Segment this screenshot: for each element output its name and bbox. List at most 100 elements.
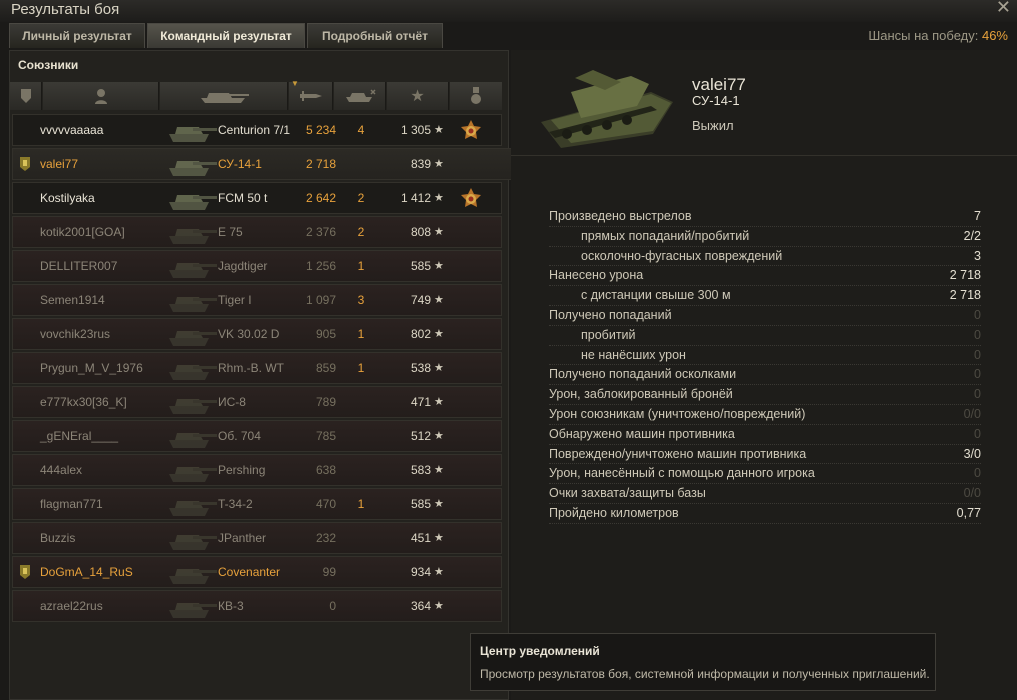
stat-value: 0 bbox=[974, 387, 981, 402]
player-row[interactable]: vovchik23rus VK 30.02 D 905 1 802 ★ bbox=[12, 318, 502, 350]
frags-value: 2 bbox=[357, 225, 365, 239]
xp-value: 749 bbox=[410, 293, 431, 307]
column-badge[interactable] bbox=[10, 82, 42, 110]
order-medal-icon[interactable] bbox=[459, 119, 483, 143]
stat-row: с дистанции свыше 300 м 2 718 bbox=[549, 286, 981, 306]
stat-value: 0/0 bbox=[963, 406, 981, 421]
star-icon: ★ bbox=[410, 88, 425, 105]
vehicle-icon bbox=[169, 297, 217, 312]
xp-value: 538 bbox=[410, 361, 431, 375]
star-icon: ★ bbox=[434, 158, 444, 170]
star-icon: ★ bbox=[434, 600, 444, 612]
stat-label: Очки захвата/защиты базы bbox=[549, 486, 706, 501]
stat-label: Получено попаданий bbox=[549, 307, 672, 322]
frags-value: 3 bbox=[357, 293, 365, 307]
star-icon: ★ bbox=[434, 294, 444, 306]
xp-value: 471 bbox=[410, 395, 431, 409]
player-name: Semen1914 bbox=[40, 293, 105, 307]
stat-value: 3/0 bbox=[963, 446, 981, 461]
player-header: valei77 СУ-14-1 Выжил bbox=[511, 50, 1017, 156]
vehicle-icon bbox=[169, 263, 217, 278]
platoon-badge-icon bbox=[20, 565, 30, 579]
player-name: flagman771 bbox=[40, 497, 103, 511]
detail-player-name: valei77 bbox=[692, 75, 746, 94]
column-frags[interactable] bbox=[334, 82, 386, 110]
xp-value: 839 bbox=[410, 157, 431, 171]
player-name: e777kx30[36_K] bbox=[40, 395, 127, 409]
stat-label: Урон, заблокированный бронёй bbox=[549, 387, 733, 402]
vehicle-icon bbox=[169, 569, 217, 584]
vehicle-icon bbox=[169, 535, 217, 550]
notification-title: Центр уведомлений bbox=[480, 644, 600, 658]
stat-label: Обнаружено машин противника bbox=[549, 426, 735, 441]
player-row[interactable]: kotik2001[GOA] E 75 2 376 2 808 ★ bbox=[12, 216, 502, 248]
damage-value: 1 097 bbox=[305, 293, 336, 307]
player-row[interactable]: DoGmA_14_RuS Covenanter 99 934 ★ bbox=[12, 556, 502, 588]
vehicle-name: Centurion 7/1 bbox=[218, 123, 291, 137]
player-row[interactable]: valei77 СУ-14-1 2 718 839 ★ bbox=[12, 148, 512, 180]
damage-value: 1 256 bbox=[305, 259, 336, 273]
player-row[interactable]: vvvvvaaaaa Centurion 7/1 5 234 4 1 305 ★ bbox=[12, 114, 502, 146]
player-row[interactable]: azrael22rus КВ-3 0 364 ★ bbox=[12, 590, 502, 622]
frags-value: 1 bbox=[357, 497, 365, 511]
details-panel: valei77 СУ-14-1 Выжил Произведено выстре… bbox=[511, 50, 1017, 700]
xp-value: 1 412 bbox=[400, 191, 431, 205]
stat-label: Нанесено урона bbox=[549, 268, 644, 283]
order-medal-icon[interactable] bbox=[459, 187, 483, 211]
player-row[interactable]: flagman771 T-34-2 470 1 585 ★ bbox=[12, 488, 502, 520]
stat-label: Урон, нанесённый с помощью данного игрок… bbox=[549, 466, 815, 481]
damage-value: 0 bbox=[329, 599, 336, 613]
shield-icon bbox=[20, 89, 31, 103]
player-row[interactable]: e777kx30[36_K] ИС-8 789 471 ★ bbox=[12, 386, 502, 418]
xp-value: 451 bbox=[410, 531, 431, 545]
tab-detailed-report[interactable]: Подробный отчёт bbox=[307, 23, 443, 48]
column-damage[interactable]: ▼ bbox=[289, 79, 333, 110]
xp-value: 802 bbox=[410, 327, 431, 341]
vehicle-icon bbox=[169, 229, 217, 244]
column-vehicle[interactable] bbox=[160, 82, 288, 110]
player-row[interactable]: 444alex Pershing 638 583 ★ bbox=[12, 454, 502, 486]
xp-value: 512 bbox=[410, 429, 431, 443]
star-icon: ★ bbox=[434, 362, 444, 374]
vehicle-name: Об. 704 bbox=[218, 429, 261, 443]
stat-row: пробитий 0 bbox=[549, 326, 981, 346]
destroyed-tank-icon bbox=[345, 89, 376, 102]
player-row[interactable]: _gENEral____ Об. 704 785 512 ★ bbox=[12, 420, 502, 452]
damage-value: 470 bbox=[315, 497, 336, 511]
tab-team-result[interactable]: Командный результат bbox=[147, 23, 305, 48]
stat-value: 3 bbox=[974, 248, 981, 263]
vehicle-icon bbox=[169, 433, 217, 448]
close-icon[interactable]: ✕ bbox=[996, 0, 1011, 18]
column-xp[interactable]: ★ bbox=[387, 82, 449, 110]
player-row[interactable]: DELLITER007 Jagdtiger 1 256 1 585 ★ bbox=[12, 250, 502, 282]
star-icon: ★ bbox=[434, 498, 444, 510]
stat-value: 0/0 bbox=[963, 486, 981, 501]
stat-row: Пройдено километров 0,77 bbox=[549, 504, 981, 524]
column-medal[interactable] bbox=[450, 82, 502, 110]
detail-status: Выжил bbox=[692, 118, 734, 133]
win-chance-value: 46% bbox=[981, 28, 1008, 43]
tab-personal-result[interactable]: Личный результат bbox=[9, 23, 145, 48]
stat-value: 0,77 bbox=[956, 505, 981, 520]
damage-value: 2 376 bbox=[305, 225, 336, 239]
star-icon: ★ bbox=[434, 226, 444, 238]
player-name: valei77 bbox=[40, 157, 79, 171]
stat-label: не нанёсших урон bbox=[581, 347, 686, 362]
player-row[interactable]: Kostilyaka FCM 50 t 2 642 2 1 412 ★ bbox=[12, 182, 502, 214]
shell-icon bbox=[299, 91, 322, 101]
xp-value: 585 bbox=[410, 497, 431, 511]
vehicle-name: Jagdtiger bbox=[218, 259, 268, 273]
player-name: azrael22rus bbox=[40, 599, 103, 613]
stat-row: Очки захвата/защиты базы 0/0 bbox=[549, 484, 981, 504]
damage-value: 905 bbox=[315, 327, 336, 341]
player-row[interactable]: Prygun_M_V_1976 Rhm.-B. WT 859 1 538 ★ bbox=[12, 352, 502, 384]
stat-label: Получено попаданий осколками bbox=[549, 367, 737, 382]
medal-icon bbox=[471, 87, 481, 104]
player-row[interactable]: Semen1914 Tiger I 1 097 3 749 ★ bbox=[12, 284, 502, 316]
stat-value: 2 718 bbox=[949, 268, 981, 283]
user-icon bbox=[94, 89, 107, 104]
stat-row: Урон, нанесённый с помощью данного игрок… bbox=[549, 464, 981, 485]
player-row[interactable]: Buzzis JPanther 232 451 ★ bbox=[12, 522, 502, 554]
column-player[interactable] bbox=[43, 82, 159, 110]
vehicle-icon bbox=[169, 331, 217, 346]
